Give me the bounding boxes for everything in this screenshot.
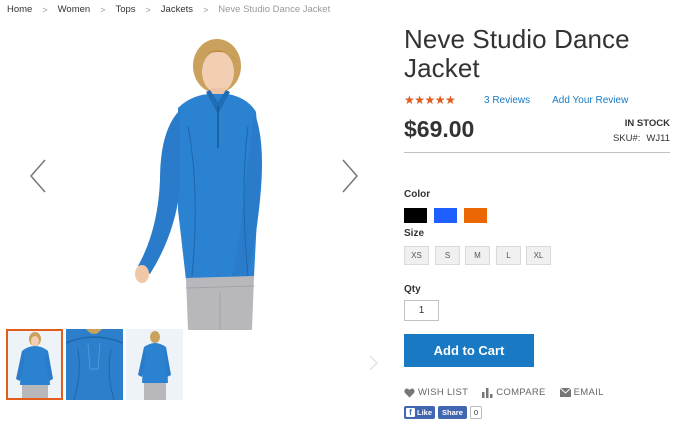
star-icons-filled: ★★★★★ — [404, 94, 456, 106]
qty-input[interactable]: 1 — [404, 300, 439, 321]
breadcrumb-separator: > — [100, 4, 106, 15]
qty-label: Qty — [404, 284, 421, 295]
breadcrumb-separator: > — [42, 4, 48, 15]
size-option-m[interactable]: M — [465, 246, 490, 265]
color-label: Color — [404, 189, 431, 200]
product-price: $69.00 — [404, 116, 475, 142]
product-actions: WISH LIST COMPARE EMAIL — [404, 387, 618, 398]
thumbnail-next-arrow-icon[interactable] — [366, 354, 380, 372]
gallery-next-arrow-icon[interactable] — [340, 158, 360, 194]
gallery-prev-arrow-icon[interactable] — [28, 158, 48, 194]
color-swatch-black[interactable] — [404, 208, 427, 223]
breadcrumb-tops[interactable]: Tops — [115, 4, 135, 15]
wishlist-button[interactable]: WISH LIST — [404, 387, 468, 398]
product-title: Neve Studio Dance Jacket — [404, 24, 630, 83]
thumbnail-front[interactable] — [6, 329, 63, 400]
envelope-icon — [559, 388, 571, 397]
color-swatch-blue[interactable] — [434, 208, 457, 223]
bar-chart-icon — [482, 387, 493, 398]
social-buttons: f Like Share 0 — [404, 406, 483, 419]
color-swatch-orange[interactable] — [464, 208, 487, 223]
size-option-l[interactable]: L — [496, 246, 521, 265]
sku: SKU#: WJ11 — [613, 133, 670, 144]
add-review-link[interactable]: Add Your Review — [552, 95, 628, 106]
breadcrumb-jackets[interactable]: Jackets — [161, 4, 193, 15]
reviews-link[interactable]: 3 Reviews — [484, 95, 530, 106]
share-count: 0 — [469, 406, 483, 419]
model-jacket-illustration — [135, 39, 262, 330]
rating-stars: ★★★★★ ★★★★★ — [404, 94, 462, 106]
sku-label: SKU#: — [612, 133, 641, 144]
breadcrumb-women[interactable]: Women — [58, 4, 91, 15]
breadcrumb: Home > Women > Tops > Jackets > Neve Stu… — [7, 4, 330, 15]
wishlist-label: WISH LIST — [418, 387, 469, 398]
stock-status: IN STOCK — [624, 118, 670, 129]
add-to-cart-button[interactable]: Add to Cart — [404, 334, 534, 367]
email-button[interactable]: EMAIL — [559, 387, 604, 398]
facebook-like-button[interactable]: f Like — [404, 406, 436, 419]
size-option-s[interactable]: S — [435, 246, 460, 265]
facebook-icon: f — [406, 408, 415, 417]
breadcrumb-separator: > — [203, 4, 209, 15]
email-label: EMAIL — [573, 387, 604, 398]
thumbnail-back[interactable] — [126, 329, 183, 400]
size-option-xl[interactable]: XL — [526, 246, 551, 265]
product-info: Neve Studio Dance Jacket — [404, 25, 670, 83]
thumbnail-strip — [6, 329, 183, 400]
product-main-image[interactable] — [120, 30, 270, 330]
size-option-xs[interactable]: XS — [404, 246, 429, 265]
compare-button[interactable]: COMPARE — [482, 387, 545, 398]
facebook-share-button[interactable]: Share — [438, 406, 467, 419]
breadcrumb-home[interactable]: Home — [7, 4, 32, 15]
breadcrumb-current: Neve Studio Dance Jacket — [218, 4, 331, 15]
like-label: Like — [417, 408, 433, 417]
divider — [404, 152, 670, 153]
size-label: Size — [404, 228, 425, 239]
sku-value: WJ11 — [646, 133, 670, 144]
breadcrumb-separator: > — [145, 4, 151, 15]
rating-summary: ★★★★★ ★★★★★ 3 Reviews Add Your Review — [404, 94, 628, 106]
compare-label: COMPARE — [496, 387, 546, 398]
heart-icon — [404, 388, 415, 397]
thumbnail-back-detail[interactable] — [66, 329, 123, 400]
